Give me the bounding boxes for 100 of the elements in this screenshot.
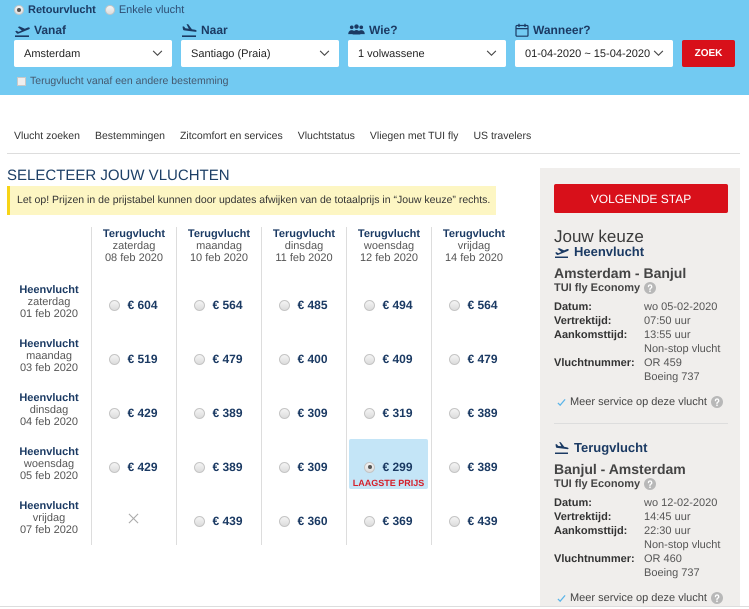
column-title: Terugvlucht (358, 228, 420, 240)
fare-cell[interactable]: € 409 (349, 331, 428, 381)
column-day: dinsdag (284, 240, 324, 252)
summary-title: Jouw keuze (554, 229, 645, 245)
price-text: € 485 (297, 298, 328, 312)
trip-type-option[interactable]: Enkele vlucht (104, 4, 184, 16)
column-title: Terugvlucht (188, 228, 250, 240)
fare-cell[interactable]: € 389 (434, 439, 513, 489)
check-icon (557, 594, 566, 602)
price-text: € 389 (212, 460, 243, 474)
price-text: € 389 (467, 460, 498, 474)
fare-cell[interactable]: € 389 (179, 385, 258, 435)
detail-value: wo 12-02-2020 (644, 496, 718, 510)
price-text: € 400 (297, 352, 328, 366)
fare-cell[interactable]: € 369 (349, 493, 428, 543)
price-text: € 429 (127, 406, 158, 420)
service-link[interactable]: Meer service op deze vlucht (570, 396, 707, 408)
fare-cell[interactable]: € 389 (179, 439, 258, 489)
fare-cell[interactable]: € 309 (264, 385, 343, 435)
help-icon[interactable] (710, 592, 723, 604)
row-date: 05 feb 2020 (20, 470, 78, 482)
fare-cell[interactable]: € 564 (179, 277, 258, 327)
fare-cell[interactable]: € 479 (434, 331, 513, 381)
price-text: € 299 (382, 460, 413, 474)
fare-cell[interactable]: € 479 (179, 331, 258, 381)
row-date: 04 feb 2020 (20, 416, 78, 428)
detail-value: wo 05-02-2020 (644, 300, 718, 314)
route-text: Banjul - Amsterdam (554, 461, 687, 477)
fare-cell[interactable]: € 429 (94, 385, 173, 435)
row-day: vrijdag (32, 512, 66, 524)
fare-cell[interactable]: € 439 (179, 493, 258, 543)
detail-value: OR 460 (644, 552, 683, 566)
detail-value: 13:55 uur (644, 328, 692, 342)
nav-link[interactable]: US travelers (473, 128, 532, 144)
detail-label: Vluchtnummer: (554, 356, 636, 370)
field-label: Wie? (369, 22, 398, 36)
nav-link[interactable]: Bestemmingen (94, 128, 166, 144)
next-step-button[interactable]: VOLGENDE STAP (554, 184, 728, 213)
row-title: Heenvlucht (19, 446, 79, 458)
trip-type-option[interactable]: Retourvlucht (14, 4, 96, 16)
column-day: zaterdag (112, 240, 156, 252)
column-day: woensdag (364, 240, 414, 252)
takeoff-plane-icon (554, 245, 569, 258)
fare-cell[interactable]: € 604 (94, 277, 173, 327)
dropdown-field[interactable]: Santiago (Praia) (181, 40, 339, 67)
checkbox-label: Terugvlucht vanaf een andere bestemming (30, 75, 228, 87)
detail-value: Non-stop vlucht (644, 538, 722, 552)
dropdown-field[interactable]: Amsterdam (14, 40, 172, 67)
column-date: 08 feb 2020 (104, 252, 164, 264)
detail-label: Vertrektijd: (554, 510, 612, 524)
dropdown-field[interactable]: 01-04-2020 ~ 15-04-2020 (515, 40, 673, 67)
row-date: 01 feb 2020 (20, 308, 78, 320)
help-icon[interactable] (644, 478, 656, 490)
field-label: Wanneer? (533, 22, 591, 36)
price-text: € 439 (212, 514, 243, 528)
detail-value: OR 459 (644, 356, 683, 370)
flight-heading: Terugvlucht (574, 440, 648, 455)
fare-cell[interactable]: € 429 (94, 439, 173, 489)
column-date: 11 feb 2020 (275, 252, 333, 264)
checkbox[interactable] (17, 76, 26, 86)
column-date: 12 feb 2020 (360, 252, 418, 264)
detail-value: 14:45 uur (644, 510, 692, 524)
nav-link[interactable]: Vlucht zoeken (14, 128, 80, 144)
price-text: € 479 (467, 352, 498, 366)
fare-cell[interactable]: € 319 (349, 385, 428, 435)
search-button[interactable]: ZOEK (682, 40, 735, 67)
row-title: Heenvlucht (19, 284, 79, 296)
fare-cell[interactable]: € 389 (434, 385, 513, 435)
row-day: zaterdag (28, 296, 70, 308)
fare-cell[interactable]: € 485 (264, 277, 343, 327)
fare-cell[interactable]: € 309 (264, 439, 343, 489)
row-date: 07 feb 2020 (20, 524, 78, 536)
price-text: € 564 (212, 298, 243, 312)
chevron-down-icon (319, 50, 330, 57)
nav-link[interactable]: Vliegen met TUI fly (370, 128, 458, 144)
fare-cell[interactable]: € 400 (264, 331, 343, 381)
fare-cell[interactable]: € 564 (434, 277, 513, 327)
price-text: € 494 (382, 298, 413, 312)
nav-link[interactable]: Zitcomfort en services (180, 128, 283, 144)
detail-label: Datum: (554, 300, 593, 314)
help-icon[interactable] (710, 396, 723, 408)
lowest-price-label: LAAGSTE PRIJS (352, 478, 424, 489)
field-label: Naar (201, 22, 228, 36)
fare-cell[interactable]: € 299 LAAGSTE PRIJS (349, 439, 428, 489)
price-text: € 409 (382, 352, 413, 366)
field-label: Vanaf (34, 22, 66, 36)
nav-link[interactable]: Vluchtstatus (298, 128, 355, 144)
dropdown-field[interactable]: 1 volwassene (348, 40, 506, 67)
fare-class: TUI fly Economy (554, 478, 640, 490)
detail-label: Vertrektijd: (554, 314, 612, 328)
service-link[interactable]: Meer service op deze vlucht (570, 592, 707, 604)
fare-cell[interactable]: € 439 (434, 493, 513, 543)
fare-cell[interactable]: € 494 (349, 277, 428, 327)
fare-cell[interactable]: € 360 (264, 493, 343, 543)
help-icon[interactable] (644, 282, 656, 294)
fare-class: TUI fly Economy (554, 282, 640, 294)
fare-cell[interactable]: € 519 (94, 331, 173, 381)
price-text: € 319 (382, 406, 413, 420)
price-text: € 564 (467, 298, 498, 312)
detail-label: Datum: (554, 496, 593, 510)
